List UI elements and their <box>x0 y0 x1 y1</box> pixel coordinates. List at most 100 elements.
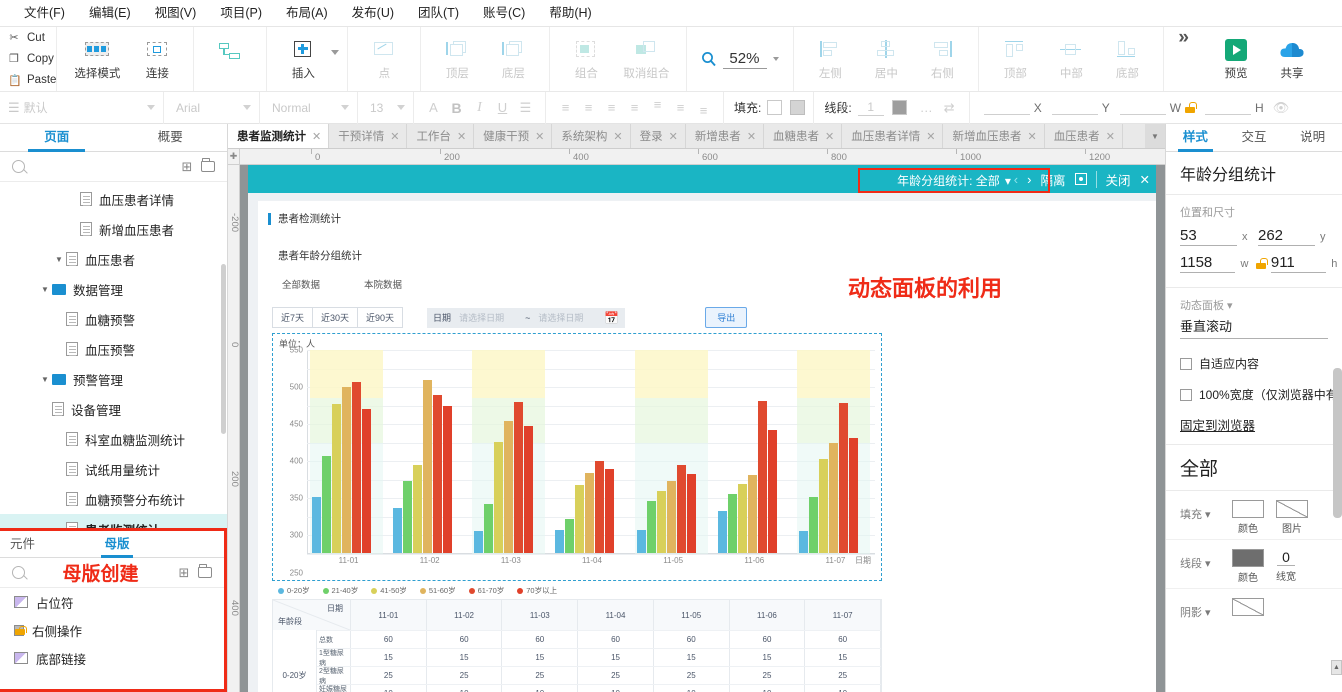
close-icon[interactable]: ✕ <box>1140 172 1150 187</box>
visibility-eye-icon[interactable]: 👁 <box>1273 100 1290 116</box>
menu-item-team[interactable]: 团队(T) <box>406 0 471 27</box>
close-tab-icon[interactable]: ✕ <box>457 130 466 143</box>
tree-item[interactable]: ▼ 血压患者 <box>0 244 227 274</box>
canvas-tab[interactable]: 血压患者 ✕ <box>1045 124 1123 148</box>
chart-bar[interactable] <box>656 491 666 553</box>
chart-bar[interactable] <box>565 519 575 553</box>
chart-bar[interactable] <box>484 504 494 553</box>
fill-color-swatch[interactable] <box>767 100 783 115</box>
close-tab-icon[interactable]: ✕ <box>1106 130 1115 143</box>
chart-bar[interactable] <box>524 426 534 553</box>
canvas-tab[interactable]: 工作台 ✕ <box>407 124 475 148</box>
paste-button[interactable]: 📋 Paste <box>8 70 56 91</box>
date-range-picker[interactable]: 日期 请选择日期 ~ 请选择日期 📅 <box>427 307 626 328</box>
master-item[interactable]: 占位符 <box>0 588 224 616</box>
scroll-up-button[interactable]: ▲ <box>1331 660 1342 675</box>
align-left-icon[interactable]: ≡ <box>554 97 577 119</box>
shadow-style-label[interactable]: 阴影 ▾ <box>1180 598 1220 620</box>
shadow-box[interactable] <box>1232 598 1264 616</box>
zoom-value[interactable]: 52% <box>723 50 768 69</box>
align-right-icon[interactable]: ≡ <box>600 97 623 119</box>
canvas-stage[interactable]: 年龄分组统计: 全部 ▾ ‹ › 隔离 关闭 ✕ 患者检测统计 动态面板的利用 … <box>240 165 1165 692</box>
h-input[interactable] <box>1205 100 1252 115</box>
tab-outline[interactable]: 概要 <box>114 124 228 151</box>
full-width-row[interactable]: 100%宽度（仅浏览器中有效） <box>1166 372 1342 403</box>
cut-button[interactable]: ✂ Cut <box>8 27 56 48</box>
underline-button[interactable]: U <box>491 97 514 119</box>
line-style-icon[interactable]: … <box>915 97 938 119</box>
tree-item[interactable]: 血压预警 <box>0 334 227 364</box>
align-right-button[interactable]: 右侧 <box>914 30 970 88</box>
chart-bar[interactable] <box>575 484 585 553</box>
canvas-tab[interactable]: 新增患者 ✕ <box>686 124 765 148</box>
full-width-checkbox[interactable] <box>1180 388 1192 401</box>
fill-image-box[interactable] <box>1276 500 1308 518</box>
chart-bar[interactable] <box>686 474 696 553</box>
tab-overflow-button[interactable]: ▼ <box>1145 124 1165 148</box>
chart-bar[interactable] <box>312 497 321 553</box>
bullet-list-icon[interactable]: ☰ <box>514 97 537 119</box>
chart-bar[interactable] <box>818 458 828 553</box>
menu-item-account[interactable]: 账号(C) <box>471 0 537 27</box>
add-folder-icon[interactable] <box>201 158 215 172</box>
canvas-tab[interactable]: 患者监测统计 ✕ <box>228 124 330 148</box>
tab-masters[interactable]: 母版 <box>81 531 152 558</box>
shadow-cell[interactable] <box>1232 598 1264 616</box>
tree-item[interactable]: 血压患者详情 <box>0 184 227 214</box>
tree-item[interactable]: 新增血压患者 <box>0 214 227 244</box>
zoom-dropdown-caret[interactable] <box>773 57 780 61</box>
tree-toggle-icon[interactable]: ▼ <box>38 375 52 384</box>
dynamic-panel-value[interactable]: 垂直滚动 <box>1180 316 1328 339</box>
h-value[interactable]: 911 <box>1270 254 1327 273</box>
mockup-viewport[interactable]: 患者检测统计 动态面板的利用 患者年龄分组统计 全部数据 本院数据 近7天 近3… <box>248 193 1156 692</box>
tree-toggle-icon[interactable]: ▼ <box>52 255 66 264</box>
fill-color-box[interactable] <box>1232 500 1264 518</box>
chart-bar[interactable] <box>332 403 341 553</box>
date-to-input[interactable]: 请选择日期 <box>538 311 596 324</box>
range-90d-button[interactable]: 近90天 <box>358 307 404 328</box>
chart-bar[interactable] <box>403 481 413 553</box>
tab-local-data[interactable]: 本院数据 <box>364 277 402 291</box>
legend-item[interactable]: 41-50岁 <box>371 585 407 596</box>
tree-item[interactable]: 设备管理 <box>0 394 227 424</box>
toolbar-overflow-button[interactable]: » <box>1164 27 1200 91</box>
canvas-tab[interactable]: 系统架构 ✕ <box>552 124 631 148</box>
bold-button[interactable]: B <box>445 97 468 119</box>
x-input[interactable] <box>983 100 1030 115</box>
close-tab-icon[interactable]: ✕ <box>390 130 399 143</box>
copy-button[interactable]: ❐ Copy <box>8 48 56 69</box>
date-from-input[interactable]: 请选择日期 <box>459 311 517 324</box>
valign-middle-icon[interactable]: ≡ <box>669 97 692 119</box>
chart-bar[interactable] <box>808 497 818 553</box>
chart-bar[interactable] <box>838 402 848 553</box>
menu-item-view[interactable]: 视图(V) <box>143 0 209 27</box>
fit-content-row[interactable]: 自适应内容 <box>1166 347 1342 372</box>
align-center-icon[interactable]: ≡ <box>577 97 600 119</box>
chart-bar[interactable] <box>727 493 737 553</box>
valign-top-icon[interactable]: ≡ <box>646 97 669 119</box>
close-tab-icon[interactable]: ✕ <box>312 130 321 143</box>
line-color-cell[interactable]: 颜色 <box>1232 549 1264 584</box>
add-master-folder-icon[interactable] <box>198 564 212 578</box>
export-button[interactable]: 导出 <box>705 307 748 328</box>
share-button[interactable]: 共享 <box>1264 30 1320 88</box>
tab-all-data[interactable]: 全部数据 <box>282 277 320 291</box>
chart-bar[interactable] <box>504 421 514 553</box>
chart-bar[interactable] <box>393 508 403 553</box>
fill-color-cell[interactable]: 颜色 <box>1232 500 1264 535</box>
line-width-cell[interactable]: 0 线宽 <box>1276 549 1296 583</box>
tree-item[interactable]: 血糖预警分布统计 <box>0 484 227 514</box>
bar-chart[interactable]: 单位：人 日期 55050045040035030025020015010050… <box>272 333 882 688</box>
add-master-icon[interactable]: ⊞ <box>176 565 192 581</box>
pin-to-browser-link[interactable]: 固定到浏览器 <box>1166 403 1342 444</box>
close-tab-icon[interactable]: ✕ <box>926 130 935 143</box>
range-30d-button[interactable]: 近30天 <box>313 307 359 328</box>
chart-bar[interactable] <box>352 381 361 553</box>
chart-bar[interactable] <box>585 473 595 553</box>
legend-item[interactable]: 0-20岁 <box>278 585 310 596</box>
line-color-box[interactable] <box>1232 549 1264 567</box>
chart-bar[interactable] <box>747 475 757 553</box>
bring-to-front-button[interactable]: 顶层 <box>429 30 485 88</box>
y-value[interactable]: 262 <box>1258 227 1315 246</box>
align-justify-icon[interactable]: ≡ <box>623 97 646 119</box>
